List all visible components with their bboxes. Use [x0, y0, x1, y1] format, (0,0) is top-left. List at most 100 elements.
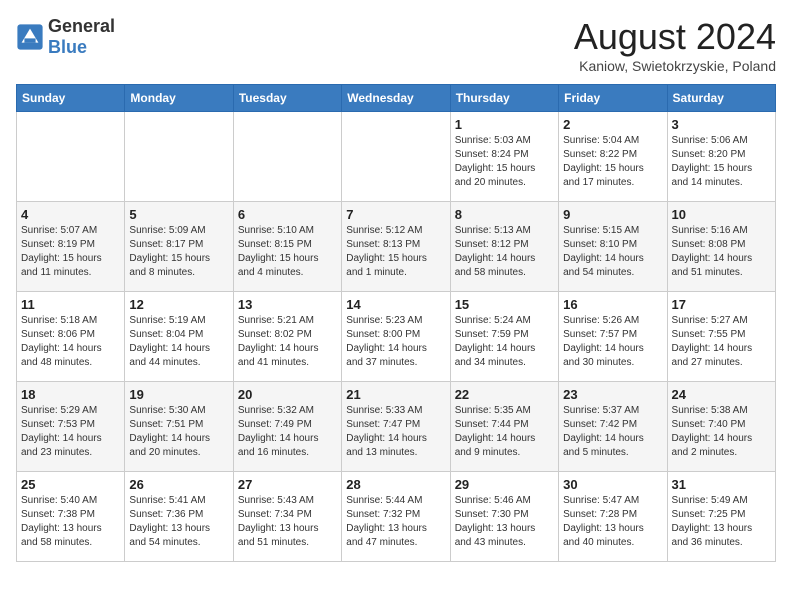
day-number: 5 — [129, 207, 228, 222]
calendar-cell: 10 Sunrise: 5:16 AM Sunset: 8:08 PM Dayli… — [667, 202, 775, 292]
calendar-cell: 24Sunrise: 5:38 AM Sunset: 7:40 PM Dayli… — [667, 382, 775, 472]
day-info: Sunrise: 5:35 AM Sunset: 7:44 PM Dayligh… — [455, 404, 554, 460]
day-number: 26 — [129, 477, 228, 492]
day-number: 10 — [672, 207, 771, 222]
day-number: 8 — [455, 207, 554, 222]
calendar-cell: 23Sunrise: 5:37 AM Sunset: 7:42 PM Dayli… — [559, 382, 667, 472]
day-info: Sunrise: 5:23 AM Sunset: 8:00 PM Dayligh… — [346, 314, 445, 370]
weekday-monday: Monday — [125, 85, 233, 112]
weekday-wednesday: Wednesday — [342, 85, 450, 112]
calendar-cell: 4Sunrise: 5:07 AM Sunset: 8:19 PM Daylig… — [17, 202, 125, 292]
calendar-cell: 31 Sunrise: 5:49 AM Sunset: 7:25 PM Dayli… — [667, 472, 775, 562]
calendar-cell: 18Sunrise: 5:29 AM Sunset: 7:53 PM Dayli… — [17, 382, 125, 472]
calendar-cell: 20 Sunrise: 5:32 AM Sunset: 7:49 PM Dayli… — [233, 382, 341, 472]
calendar-cell: 5Sunrise: 5:09 AM Sunset: 8:17 PM Daylig… — [125, 202, 233, 292]
calendar-week-4: 18Sunrise: 5:29 AM Sunset: 7:53 PM Dayli… — [17, 382, 776, 472]
calendar-header: SundayMondayTuesdayWednesdayThursdayFrid… — [17, 85, 776, 112]
weekday-row: SundayMondayTuesdayWednesdayThursdayFrid… — [17, 85, 776, 112]
day-number: 9 — [563, 207, 662, 222]
calendar-cell: 25 Sunrise: 5:40 AM Sunset: 7:38 PM Dayli… — [17, 472, 125, 562]
day-info: Sunrise: 5:41 AM Sunset: 7:36 PM Dayligh… — [129, 494, 228, 550]
day-number: 31 — [672, 477, 771, 492]
day-number: 19 — [129, 387, 228, 402]
day-number: 12 — [129, 297, 228, 312]
day-number: 15 — [455, 297, 554, 312]
logo-blue: Blue — [48, 37, 87, 57]
calendar-cell: 30 Sunrise: 5:47 AM Sunset: 7:28 PM Dayli… — [559, 472, 667, 562]
day-info: Sunrise: 5:19 AM Sunset: 8:04 PM Dayligh… — [129, 314, 228, 370]
calendar-cell: 7 Sunrise: 5:12 AM Sunset: 8:13 PM Daylig… — [342, 202, 450, 292]
day-info: Sunrise: 5:33 AM Sunset: 7:47 PM Dayligh… — [346, 404, 445, 460]
calendar-cell — [125, 112, 233, 202]
day-info: Sunrise: 5:26 AM Sunset: 7:57 PM Dayligh… — [563, 314, 662, 370]
day-number: 29 — [455, 477, 554, 492]
day-info: Sunrise: 5:43 AM Sunset: 7:34 PM Dayligh… — [238, 494, 337, 550]
day-info: Sunrise: 5:06 AM Sunset: 8:20 PM Dayligh… — [672, 134, 771, 190]
calendar-week-3: 11Sunrise: 5:18 AM Sunset: 8:06 PM Dayli… — [17, 292, 776, 382]
day-number: 30 — [563, 477, 662, 492]
day-number: 3 — [672, 117, 771, 132]
calendar-cell: 26 Sunrise: 5:41 AM Sunset: 7:36 PM Dayli… — [125, 472, 233, 562]
calendar-cell — [233, 112, 341, 202]
day-number: 24 — [672, 387, 771, 402]
calendar-cell: 28 Sunrise: 5:44 AM Sunset: 7:32 PM Dayli… — [342, 472, 450, 562]
day-number: 2 — [563, 117, 662, 132]
calendar-cell: 27 Sunrise: 5:43 AM Sunset: 7:34 PM Dayli… — [233, 472, 341, 562]
calendar-cell: 21 Sunrise: 5:33 AM Sunset: 7:47 PM Dayli… — [342, 382, 450, 472]
calendar-cell: 2 Sunrise: 5:04 AM Sunset: 8:22 PM Daylig… — [559, 112, 667, 202]
day-info: Sunrise: 5:40 AM Sunset: 7:38 PM Dayligh… — [21, 494, 120, 550]
page-header: General Blue August 2024 Kaniow, Swietok… — [16, 16, 776, 74]
calendar-cell: 12 Sunrise: 5:19 AM Sunset: 8:04 PM Dayli… — [125, 292, 233, 382]
calendar-cell: 6 Sunrise: 5:10 AM Sunset: 8:15 PM Daylig… — [233, 202, 341, 292]
day-number: 6 — [238, 207, 337, 222]
day-info: Sunrise: 5:47 AM Sunset: 7:28 PM Dayligh… — [563, 494, 662, 550]
calendar-cell: 11Sunrise: 5:18 AM Sunset: 8:06 PM Dayli… — [17, 292, 125, 382]
calendar-cell: 9Sunrise: 5:15 AM Sunset: 8:10 PM Daylig… — [559, 202, 667, 292]
day-number: 13 — [238, 297, 337, 312]
weekday-sunday: Sunday — [17, 85, 125, 112]
calendar-cell: 8Sunrise: 5:13 AM Sunset: 8:12 PM Daylig… — [450, 202, 558, 292]
calendar-cell: 16Sunrise: 5:26 AM Sunset: 7:57 PM Dayli… — [559, 292, 667, 382]
day-info: Sunrise: 5:30 AM Sunset: 7:51 PM Dayligh… — [129, 404, 228, 460]
day-number: 20 — [238, 387, 337, 402]
day-number: 14 — [346, 297, 445, 312]
day-number: 27 — [238, 477, 337, 492]
calendar-cell: 13 Sunrise: 5:21 AM Sunset: 8:02 PM Dayli… — [233, 292, 341, 382]
day-info: Sunrise: 5:04 AM Sunset: 8:22 PM Dayligh… — [563, 134, 662, 190]
day-number: 7 — [346, 207, 445, 222]
title-block: August 2024 Kaniow, Swietokrzyskie, Pola… — [574, 16, 776, 74]
day-info: Sunrise: 5:12 AM Sunset: 8:13 PM Dayligh… — [346, 224, 445, 280]
weekday-thursday: Thursday — [450, 85, 558, 112]
day-number: 28 — [346, 477, 445, 492]
calendar-cell: 15Sunrise: 5:24 AM Sunset: 7:59 PM Dayli… — [450, 292, 558, 382]
calendar-week-2: 4Sunrise: 5:07 AM Sunset: 8:19 PM Daylig… — [17, 202, 776, 292]
calendar-week-5: 25 Sunrise: 5:40 AM Sunset: 7:38 PM Dayli… — [17, 472, 776, 562]
day-info: Sunrise: 5:16 AM Sunset: 8:08 PM Dayligh… — [672, 224, 771, 280]
calendar-cell: 22 Sunrise: 5:35 AM Sunset: 7:44 PM Dayli… — [450, 382, 558, 472]
day-number: 25 — [21, 477, 120, 492]
calendar-table: SundayMondayTuesdayWednesdayThursdayFrid… — [16, 84, 776, 562]
calendar-cell: 14 Sunrise: 5:23 AM Sunset: 8:00 PM Dayli… — [342, 292, 450, 382]
calendar-cell: 17Sunrise: 5:27 AM Sunset: 7:55 PM Dayli… — [667, 292, 775, 382]
day-info: Sunrise: 5:49 AM Sunset: 7:25 PM Dayligh… — [672, 494, 771, 550]
day-number: 23 — [563, 387, 662, 402]
location-title: Kaniow, Swietokrzyskie, Poland — [574, 58, 776, 74]
month-title: August 2024 — [574, 16, 776, 58]
logo: General Blue — [16, 16, 115, 58]
day-number: 17 — [672, 297, 771, 312]
day-info: Sunrise: 5:21 AM Sunset: 8:02 PM Dayligh… — [238, 314, 337, 370]
weekday-saturday: Saturday — [667, 85, 775, 112]
day-info: Sunrise: 5:46 AM Sunset: 7:30 PM Dayligh… — [455, 494, 554, 550]
calendar-cell — [17, 112, 125, 202]
day-info: Sunrise: 5:32 AM Sunset: 7:49 PM Dayligh… — [238, 404, 337, 460]
day-info: Sunrise: 5:03 AM Sunset: 8:24 PM Dayligh… — [455, 134, 554, 190]
day-number: 22 — [455, 387, 554, 402]
day-number: 1 — [455, 117, 554, 132]
calendar-cell: 3 Sunrise: 5:06 AM Sunset: 8:20 PM Daylig… — [667, 112, 775, 202]
day-info: Sunrise: 5:18 AM Sunset: 8:06 PM Dayligh… — [21, 314, 120, 370]
weekday-tuesday: Tuesday — [233, 85, 341, 112]
day-number: 21 — [346, 387, 445, 402]
day-info: Sunrise: 5:44 AM Sunset: 7:32 PM Dayligh… — [346, 494, 445, 550]
weekday-friday: Friday — [559, 85, 667, 112]
day-info: Sunrise: 5:10 AM Sunset: 8:15 PM Dayligh… — [238, 224, 337, 280]
